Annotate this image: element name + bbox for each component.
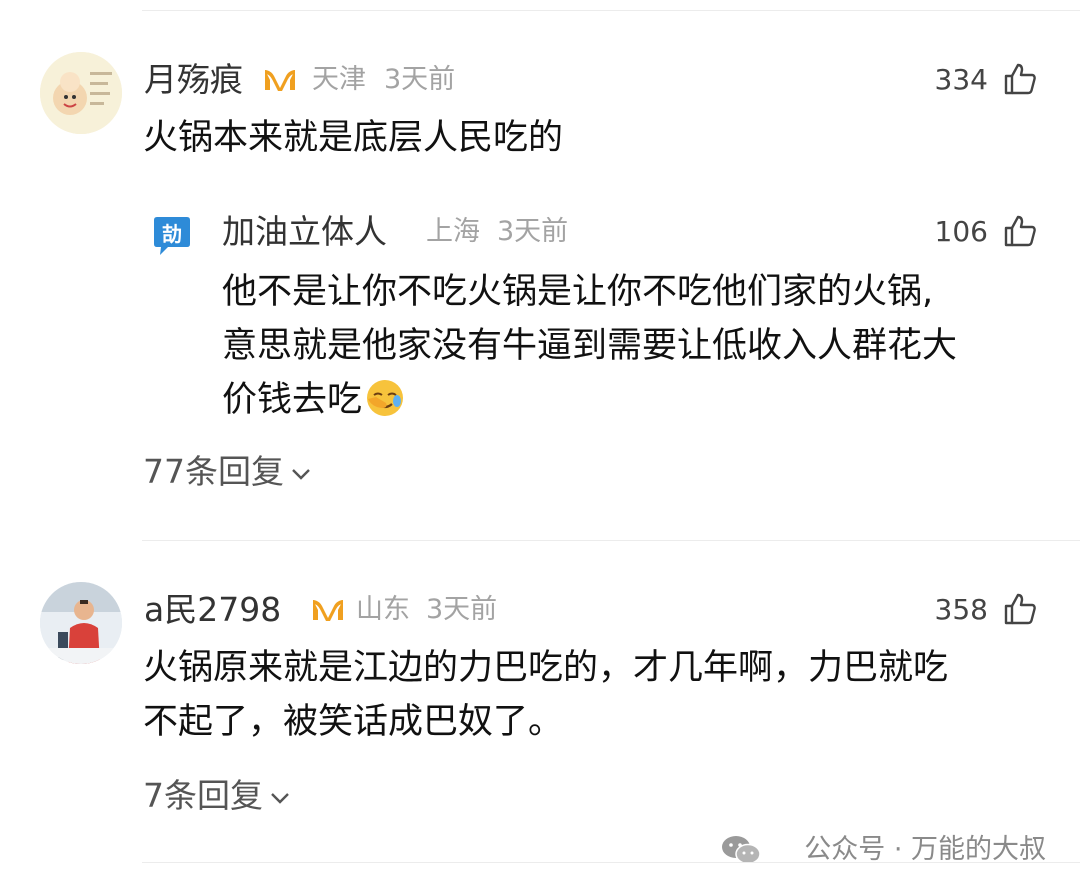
comment-text: 火锅本来就是底层人民吃的	[143, 118, 564, 158]
comment-location: 山东	[356, 594, 410, 625]
reply-location: 上海	[426, 216, 480, 247]
comment-text-line: 火锅原来就是江边的力巴吃的，才几年啊，力巴就吃	[143, 648, 949, 688]
chevron-down-icon	[292, 468, 310, 480]
reply-text-line-last: 价钱去吃	[222, 374, 406, 427]
reply-username[interactable]: 加油立体人	[222, 212, 387, 252]
svg-text:劼: 劼	[162, 222, 182, 246]
comment-text-line: 不起了，被笑话成巴奴了。	[143, 702, 564, 742]
vip-badge-icon	[313, 600, 343, 621]
like-count: 358	[934, 593, 988, 626]
reply-like-count: 106	[934, 215, 988, 248]
vip-badge-icon	[265, 70, 295, 91]
reply-text-line: 意思就是他家没有牛逼到需要让低收入人群花大	[222, 326, 958, 366]
comment-list: 月殇痕 天津 3天前 334 火锅本来就是底层人民吃的 劼 加油立体人 上海 3…	[0, 0, 1080, 892]
comment-time: 3天前	[426, 594, 498, 625]
view-replies-button[interactable]: 7条回复	[143, 776, 291, 816]
facepalm-emoji-icon	[367, 380, 404, 416]
comment-time: 3天前	[384, 64, 456, 95]
chevron-down-icon	[271, 792, 289, 804]
like-count: 334	[934, 63, 988, 96]
replies-label: 7条回复	[143, 776, 263, 815]
avatar[interactable]	[40, 52, 122, 134]
comment-username[interactable]: 月殇痕	[144, 60, 243, 100]
reply-text-line: 他不是让你不吃火锅是让你不吃他们家的火锅,	[222, 272, 934, 312]
thumbs-up-icon[interactable]	[1003, 214, 1037, 248]
thumbs-up-icon[interactable]	[1003, 62, 1037, 96]
comment-location: 天津	[312, 64, 366, 95]
avatar[interactable]	[40, 582, 122, 664]
reply-avatar[interactable]: 劼	[150, 214, 194, 258]
divider-top	[142, 10, 1080, 11]
watermark-text: 公众号 · 万能的大叔	[804, 834, 1046, 865]
divider	[142, 540, 1080, 541]
thumbs-up-icon[interactable]	[1003, 592, 1037, 626]
view-replies-button[interactable]: 77条回复	[143, 452, 312, 492]
reply-time: 3天前	[497, 216, 569, 247]
comment-username[interactable]: a民2798	[144, 590, 281, 630]
divider	[142, 862, 1080, 863]
replies-label: 77条回复	[143, 452, 284, 491]
reply-text-line: 价钱去吃	[222, 380, 363, 420]
